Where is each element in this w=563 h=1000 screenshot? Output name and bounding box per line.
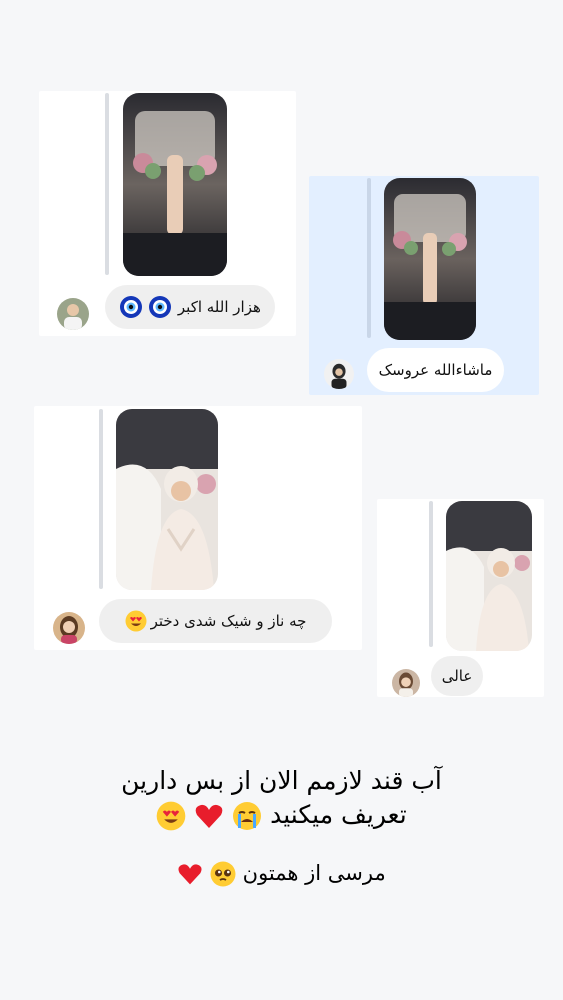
heart-eyes-emoji-icon bbox=[125, 610, 147, 632]
comment-text: عالی bbox=[441, 667, 473, 685]
video-thumbnail[interactable] bbox=[123, 93, 227, 276]
heart-eyes-emoji-icon bbox=[156, 801, 186, 831]
story-caption: آب قند لازمم الان از بس دارین تعریف میکن… bbox=[0, 764, 563, 832]
quote-bar bbox=[367, 178, 371, 338]
comment-bubble: عالی bbox=[431, 656, 483, 696]
avatar[interactable] bbox=[53, 612, 85, 644]
comment-text: چه ناز و شیک شدی دختر bbox=[150, 612, 307, 630]
avatar[interactable] bbox=[392, 669, 420, 697]
comment-bubble: چه ناز و شیک شدی دختر bbox=[99, 599, 332, 643]
crying-face-emoji-icon bbox=[232, 801, 262, 831]
story-caption-2: مرسی از همتون bbox=[0, 858, 563, 888]
comment-card-3: چه ناز و شیک شدی دختر bbox=[34, 406, 362, 650]
caption-line-2: تعریف میکنید bbox=[0, 798, 563, 832]
quote-bar bbox=[105, 93, 109, 275]
comment-card-1: هزار الله اکبر bbox=[39, 91, 296, 336]
comment-text: ماشاءالله عروسک bbox=[378, 361, 493, 379]
video-thumbnail[interactable] bbox=[446, 501, 532, 651]
pleading-face-emoji-icon bbox=[210, 861, 236, 887]
video-thumbnail[interactable] bbox=[384, 178, 476, 340]
nazar-amulet-icon bbox=[148, 296, 171, 318]
comment-card-4: عالی bbox=[377, 499, 544, 697]
quote-bar bbox=[99, 409, 103, 589]
red-heart-emoji-icon bbox=[177, 861, 203, 887]
caption-line-3: مرسی از همتون bbox=[242, 861, 386, 885]
avatar[interactable] bbox=[324, 359, 354, 389]
comment-text: هزار الله اکبر bbox=[177, 298, 261, 316]
avatar[interactable] bbox=[57, 298, 89, 330]
comment-card-2: ماشاءالله عروسک bbox=[309, 176, 539, 395]
comment-bubble: ماشاءالله عروسک bbox=[367, 348, 504, 392]
nazar-amulet-icon bbox=[120, 296, 143, 318]
caption-line-1: آب قند لازمم الان از بس دارین bbox=[121, 766, 442, 795]
caption-line-2-text: تعریف میکنید bbox=[270, 800, 407, 829]
video-thumbnail[interactable] bbox=[116, 409, 218, 590]
quote-bar bbox=[429, 501, 433, 647]
comment-bubble: هزار الله اکبر bbox=[105, 285, 275, 329]
red-heart-emoji-icon bbox=[194, 801, 224, 831]
